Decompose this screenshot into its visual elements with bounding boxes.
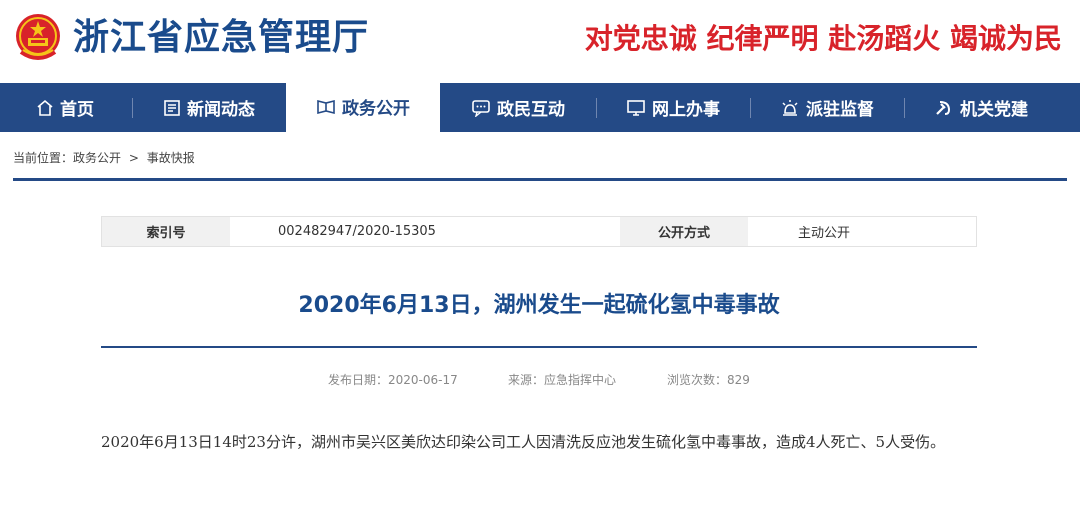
chat-icon [472, 99, 490, 117]
lamp-icon [782, 99, 798, 116]
nav-item-government-affairs[interactable]: 政务公开 [286, 81, 440, 132]
hammer-sickle-icon [936, 100, 951, 115]
index-label: 索引号 [102, 217, 230, 246]
nav-divider [750, 98, 751, 118]
publish-date: 发布日期：2020-06-17 [328, 373, 458, 387]
nav-divider [132, 98, 133, 118]
article-title: 2020年6月13日，湖州发生一起硫化氢中毒事故 [298, 293, 780, 318]
nav-divider [596, 98, 597, 118]
national-emblem-icon[interactable] [13, 12, 63, 64]
site-header: 浙江省应急管理厅 对党忠诚 纪律严明 赴汤蹈火 竭诚为民 [0, 0, 1080, 83]
nav-item-party-building[interactable]: 机关党建 [906, 83, 1056, 132]
nav-item-label: 政务公开 [342, 99, 410, 119]
nav-item-label: 派驻监督 [806, 100, 874, 120]
site-slogan: 对党忠诚 纪律严明 赴汤蹈火 竭诚为民 [584, 22, 1062, 55]
article-source: 来源：应急指挥中心 [508, 373, 617, 387]
breadcrumb-link-accident-report[interactable]: 事故快报 [147, 151, 195, 165]
document-info-table: 索引号 002482947/2020-15305 公开方式 主动公开 [101, 216, 977, 247]
nav-item-online-services[interactable]: 网上办事 [598, 83, 748, 132]
view-count: 浏览次数：829 [667, 373, 750, 387]
nav-item-label: 首页 [60, 100, 94, 120]
breadcrumb-link-government-affairs[interactable]: 政务公开 [73, 151, 121, 165]
nav-item-home[interactable]: 首页 [0, 83, 130, 132]
disclosure-method-value: 主动公开 [748, 217, 976, 246]
nav-item-label: 新闻动态 [187, 100, 255, 120]
index-value: 002482947/2020-15305 [230, 217, 620, 246]
home-icon [37, 99, 53, 116]
site-title[interactable]: 浙江省应急管理厅 [73, 16, 369, 60]
breadcrumb-separator: > [128, 151, 139, 165]
book-icon [317, 99, 335, 114]
nav-item-interaction[interactable]: 政民互动 [442, 83, 594, 132]
nav-item-news[interactable]: 新闻动态 [134, 83, 284, 132]
main-nav: 首页 新闻动态 政务公开 政民互动 网上办事 派驻监督 机关党建 [0, 81, 1080, 132]
monitor-icon [627, 99, 645, 116]
nav-item-label: 机关党建 [960, 100, 1028, 120]
nav-item-supervision[interactable]: 派驻监督 [752, 83, 902, 132]
breadcrumb-prefix: 当前位置： [13, 151, 74, 165]
article-body: 2020年6月13日14时23分许，湖州市吴兴区美欣达印染公司工人因清洗反应池发… [101, 433, 946, 451]
breadcrumb-divider [13, 178, 1067, 181]
newspaper-icon [164, 99, 180, 116]
nav-item-label: 政民互动 [497, 100, 565, 120]
title-divider [101, 346, 977, 348]
breadcrumb: 当前位置：政务公开 > 事故快报 [13, 149, 199, 166]
disclosure-method-label: 公开方式 [620, 217, 748, 246]
nav-item-label: 网上办事 [652, 100, 720, 120]
nav-divider [904, 98, 905, 118]
